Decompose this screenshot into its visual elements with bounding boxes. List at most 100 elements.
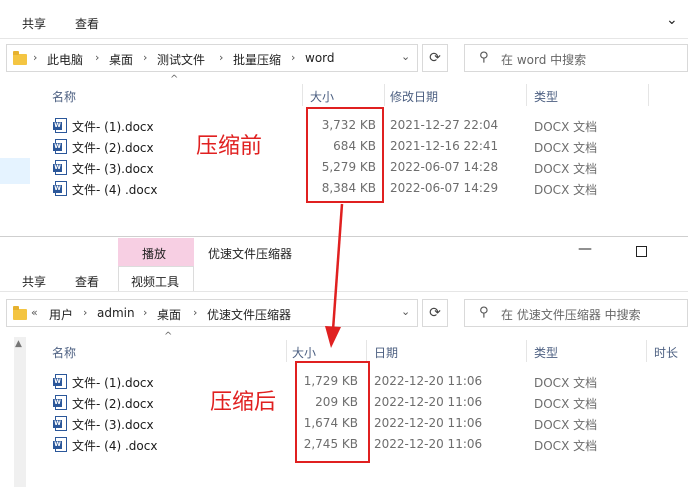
window-title: 优速文件压缩器 bbox=[208, 247, 293, 261]
annotation-arrow-head bbox=[325, 326, 341, 348]
column-header-type[interactable]: 类型 bbox=[534, 344, 558, 361]
breadcrumb-desktop[interactable]: 桌面 bbox=[109, 51, 133, 68]
column-header-size[interactable]: 大小 bbox=[310, 88, 334, 105]
refresh-icon[interactable]: ⟳ bbox=[422, 44, 448, 72]
tab-view[interactable]: 查看 bbox=[75, 15, 99, 32]
chevron-down-icon[interactable]: ⌄ bbox=[401, 50, 410, 63]
tab-video-tools-label: 视频工具 bbox=[131, 275, 180, 289]
word-document-icon bbox=[53, 395, 67, 410]
word-document-icon bbox=[53, 374, 67, 389]
chevron-down-icon[interactable]: ⌄ bbox=[666, 12, 678, 28]
column-divider bbox=[646, 340, 647, 362]
breadcrumb-word[interactable]: word bbox=[305, 51, 335, 65]
column-header-type[interactable]: 类型 bbox=[534, 88, 558, 105]
breadcrumb-chevron-icon: › bbox=[219, 51, 224, 64]
vertical-scrollbar[interactable]: ▲ bbox=[14, 337, 26, 487]
column-header-date[interactable]: 日期 bbox=[374, 344, 398, 361]
file-type: DOCX 文档 bbox=[534, 183, 598, 197]
file-type: DOCX 文档 bbox=[534, 162, 598, 176]
breadcrumb-chevron-icon: › bbox=[291, 51, 296, 64]
minimize-icon[interactable]: — bbox=[578, 241, 592, 257]
breadcrumb-chevron-icon: › bbox=[83, 306, 88, 319]
breadcrumb-chevron-icon: › bbox=[143, 51, 148, 64]
refresh-icon[interactable]: ⟳ bbox=[422, 299, 448, 327]
file-name: 文件- (4) .docx bbox=[72, 439, 158, 453]
sort-arrow-icon: ^ bbox=[170, 74, 179, 85]
word-document-icon bbox=[53, 118, 67, 133]
file-name: 文件- (2).docx bbox=[72, 141, 154, 155]
column-divider bbox=[286, 340, 287, 362]
file-date: 2022-06-07 14:28 bbox=[390, 160, 499, 174]
breadcrumb-this-pc[interactable]: 此电脑 bbox=[47, 51, 83, 68]
annotation-after-label: 压缩后 bbox=[210, 390, 277, 415]
word-document-icon bbox=[53, 416, 67, 431]
breadcrumb-admin[interactable]: admin bbox=[97, 306, 135, 320]
top-explorer-window: 共享 查看 ⌄ › 此电脑 › 桌面 › 测试文件 › 批量压缩 › word … bbox=[0, 0, 688, 236]
file-name: 文件- (4) .docx bbox=[72, 183, 158, 197]
breadcrumb-chevron-icon: › bbox=[193, 306, 198, 319]
file-date: 2021-12-16 22:41 bbox=[390, 139, 499, 153]
annotation-before-label: 压缩前 bbox=[196, 134, 263, 159]
file-date: 2021-12-27 22:04 bbox=[390, 118, 499, 132]
breadcrumb-chevron-icon: › bbox=[33, 51, 38, 64]
file-type: DOCX 文档 bbox=[534, 418, 598, 432]
nav-pane-selected-item[interactable] bbox=[0, 158, 30, 184]
column-divider bbox=[648, 84, 649, 106]
breadcrumb-batch-compress[interactable]: 批量压缩 bbox=[233, 51, 281, 68]
annotation-highlight-box bbox=[295, 361, 370, 463]
word-document-icon bbox=[53, 160, 67, 175]
breadcrumb-chevron-icon: › bbox=[143, 306, 148, 319]
word-document-icon bbox=[53, 139, 67, 154]
sort-arrow-icon: ^ bbox=[164, 331, 173, 342]
search-icon: ⚲ bbox=[479, 50, 489, 65]
file-name: 文件- (1).docx bbox=[72, 120, 154, 134]
column-divider bbox=[384, 84, 385, 106]
folder-icon bbox=[13, 51, 27, 65]
search-icon: ⚲ bbox=[479, 305, 489, 320]
file-name: 文件- (1).docx bbox=[72, 376, 154, 390]
search-placeholder: 在 优速文件压缩器 中搜索 bbox=[501, 308, 641, 322]
column-header-duration[interactable]: 时长 bbox=[654, 344, 678, 361]
folder-icon bbox=[13, 306, 27, 320]
tab-share[interactable]: 共享 bbox=[22, 273, 46, 290]
breadcrumb-compressor[interactable]: 优速文件压缩器 bbox=[207, 306, 291, 323]
column-header-name[interactable]: 名称 bbox=[52, 344, 76, 361]
word-document-icon bbox=[53, 181, 67, 196]
file-date: 2022-12-20 11:06 bbox=[374, 395, 483, 409]
annotation-arrow-line bbox=[331, 203, 344, 331]
address-bar[interactable]: « 用户 › admin › 桌面 › 优速文件压缩器 ⌄ bbox=[6, 299, 418, 327]
tab-share[interactable]: 共享 bbox=[22, 15, 46, 32]
search-input[interactable]: ⚲ 在 优速文件压缩器 中搜索 bbox=[464, 299, 688, 327]
chevron-down-icon[interactable]: ⌄ bbox=[401, 305, 410, 318]
file-name: 文件- (3).docx bbox=[72, 418, 154, 432]
annotation-highlight-box bbox=[306, 107, 384, 203]
file-date: 2022-12-20 11:06 bbox=[374, 374, 483, 388]
file-type: DOCX 文档 bbox=[534, 376, 598, 390]
file-type: DOCX 文档 bbox=[534, 439, 598, 453]
maximize-icon[interactable] bbox=[636, 246, 647, 257]
breadcrumb-desktop[interactable]: 桌面 bbox=[157, 306, 181, 323]
breadcrumb-users[interactable]: 用户 bbox=[49, 306, 73, 323]
scroll-up-icon[interactable]: ▲ bbox=[15, 339, 22, 349]
column-header-name[interactable]: 名称 bbox=[52, 88, 76, 105]
ribbon-divider bbox=[0, 38, 688, 39]
file-date: 2022-12-20 11:06 bbox=[374, 437, 483, 451]
file-name: 文件- (3).docx bbox=[72, 162, 154, 176]
file-date: 2022-06-07 14:29 bbox=[390, 181, 499, 195]
file-name: 文件- (2).docx bbox=[72, 397, 154, 411]
tab-video-tools[interactable]: 视频工具 bbox=[118, 266, 194, 291]
column-divider bbox=[526, 340, 527, 362]
tab-view[interactable]: 查看 bbox=[75, 273, 99, 290]
tab-play[interactable]: 播放 bbox=[142, 245, 166, 262]
search-input[interactable]: ⚲ 在 word 中搜索 bbox=[464, 44, 688, 72]
column-divider bbox=[302, 84, 303, 106]
breadcrumb-overflow-icon[interactable]: « bbox=[31, 306, 38, 319]
column-header-size[interactable]: 大小 bbox=[292, 344, 316, 361]
address-bar[interactable]: › 此电脑 › 桌面 › 测试文件 › 批量压缩 › word ⌄ bbox=[6, 44, 418, 72]
file-date: 2022-12-20 11:06 bbox=[374, 416, 483, 430]
column-header-modified[interactable]: 修改日期 bbox=[390, 88, 438, 105]
breadcrumb-test-files[interactable]: 测试文件 bbox=[157, 51, 205, 68]
column-divider bbox=[366, 340, 367, 362]
breadcrumb-chevron-icon: › bbox=[95, 51, 100, 64]
file-type: DOCX 文档 bbox=[534, 397, 598, 411]
